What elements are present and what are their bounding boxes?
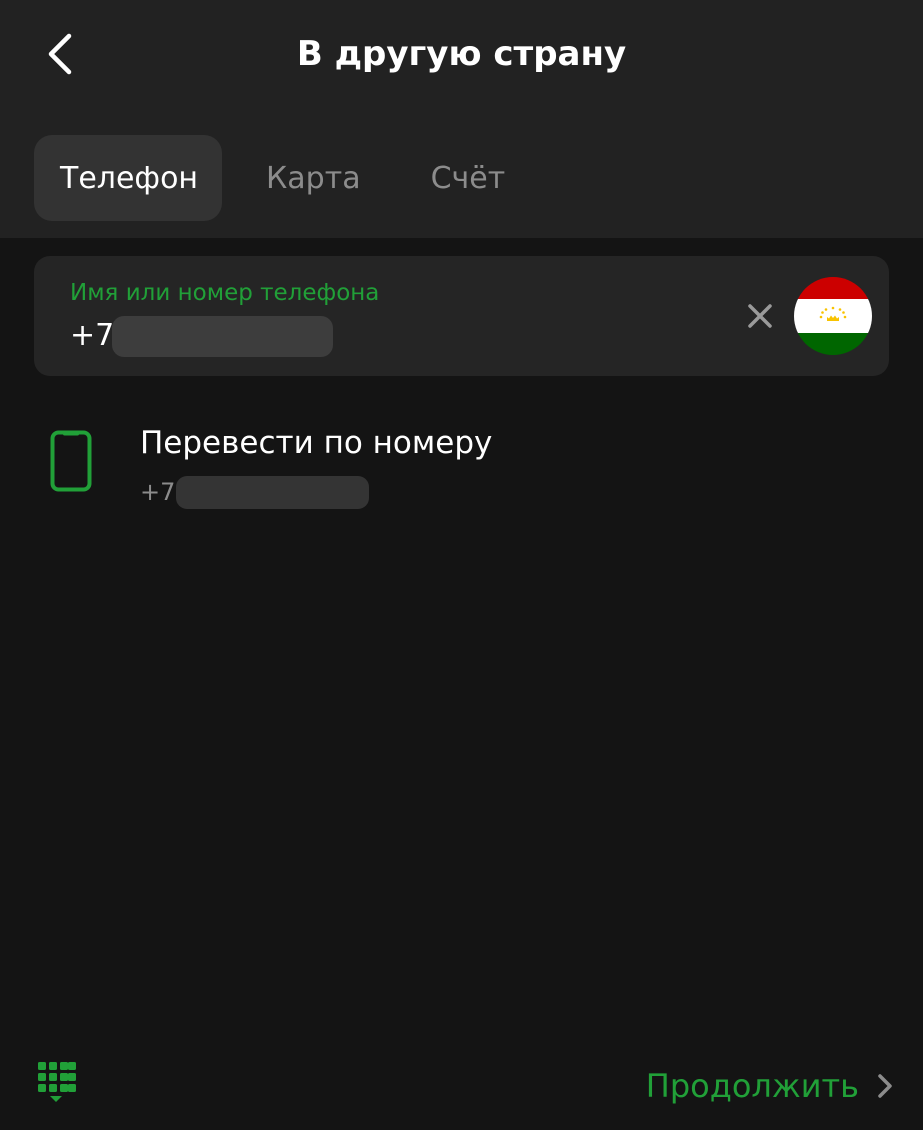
smartphone-icon — [50, 430, 92, 492]
redacted-phone-number — [112, 316, 333, 357]
clear-input-button[interactable] — [740, 296, 780, 336]
keypad-icon — [38, 1062, 76, 1102]
chevron-right-icon — [877, 1073, 893, 1099]
tab-account[interactable]: Счёт — [431, 135, 506, 221]
suggestion-title: Перевести по номеру — [140, 425, 493, 461]
country-selector[interactable] — [794, 277, 872, 355]
page-title: В другую страну — [296, 34, 627, 74]
keypad-toggle-button[interactable] — [34, 1060, 80, 1110]
header: В другую страну Телефон Карта Счёт — [0, 0, 923, 238]
recipient-input-field[interactable]: Имя или номер телефона +7 — [34, 256, 889, 376]
close-icon — [748, 304, 772, 328]
suggestion-transfer-by-number[interactable]: Перевести по номеру +7 — [0, 410, 923, 525]
tab-bar: Телефон Карта Счёт — [34, 135, 505, 221]
tab-phone[interactable]: Телефон — [34, 135, 222, 221]
continue-button-label: Продолжить — [645, 1067, 859, 1105]
continue-button[interactable]: Продолжить — [646, 1060, 893, 1112]
suggestion-phone-prefix: +7 — [140, 478, 176, 506]
redacted-phone-number — [176, 476, 369, 509]
tab-card[interactable]: Карта — [266, 135, 361, 221]
recipient-input-label: Имя или номер телефона — [70, 280, 380, 306]
tajikistan-flag-icon — [794, 277, 872, 355]
recipient-input-prefix: +7 — [70, 318, 115, 353]
